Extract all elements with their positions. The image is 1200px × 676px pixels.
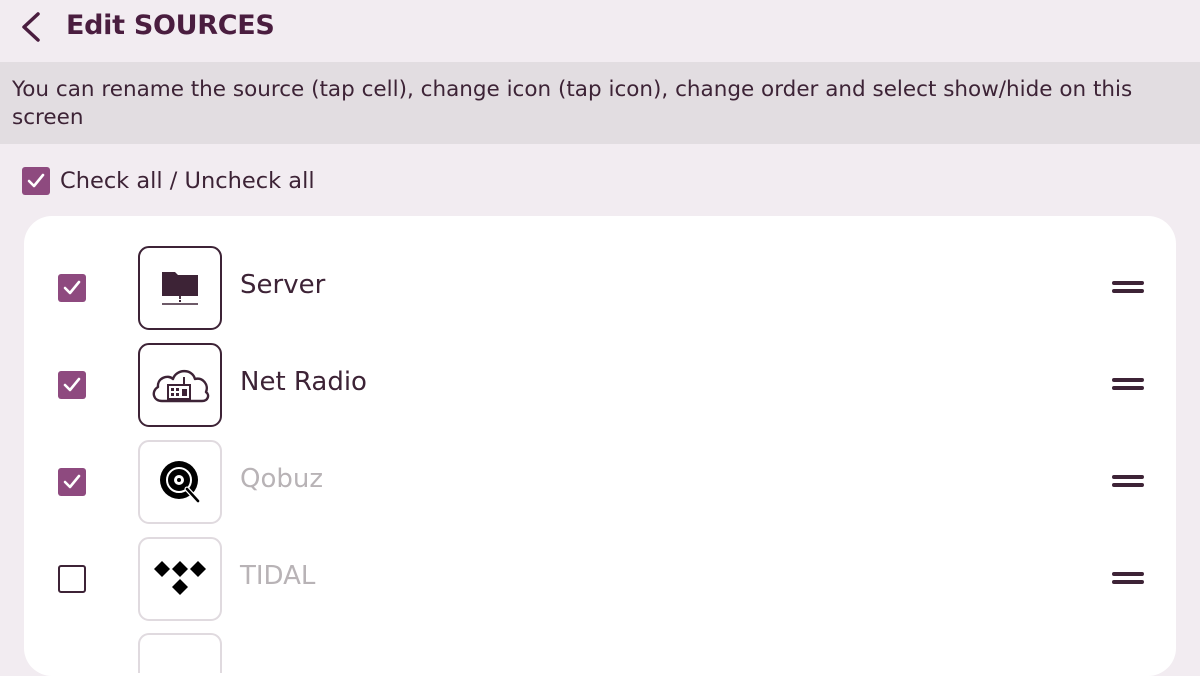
source-icon-button-net-radio[interactable]	[138, 343, 222, 427]
checkmark-icon	[63, 280, 81, 295]
cloud-radio-icon	[152, 369, 210, 403]
checkmark-icon	[63, 474, 81, 489]
header-bar: Edit SOURCES	[0, 0, 1200, 62]
checkmark-icon	[27, 173, 45, 188]
source-icon-button-partial[interactable]	[138, 633, 222, 673]
drag-handle-icon[interactable]	[1112, 279, 1144, 295]
drag-handle-icon[interactable]	[1112, 376, 1144, 392]
list-item: Qobuz	[24, 439, 1176, 525]
info-text: You can rename the source (tap cell), ch…	[12, 77, 1133, 130]
source-label-server[interactable]: Server	[240, 270, 325, 300]
source-label-net-radio[interactable]: Net Radio	[240, 367, 367, 397]
source-label-tidal[interactable]: TIDAL	[240, 561, 315, 591]
page-title: Edit SOURCES	[66, 10, 275, 41]
check-all-label: Check all / Uncheck all	[60, 168, 315, 194]
list-item: TIDAL	[24, 536, 1176, 622]
drag-handle-icon[interactable]	[1112, 473, 1144, 489]
drag-handle-icon[interactable]	[1112, 570, 1144, 586]
checkmark-icon	[63, 377, 81, 392]
source-icon-button-server[interactable]	[138, 246, 222, 330]
check-all-checkbox[interactable]	[22, 167, 50, 195]
sources-list: Server Net Radio Qobuz TIDAL	[24, 216, 1176, 676]
check-all-toggle[interactable]: Check all / Uncheck all	[22, 166, 315, 196]
server-folder-icon	[162, 272, 198, 305]
source-checkbox-tidal[interactable]	[58, 565, 86, 593]
source-checkbox-net-radio[interactable]	[58, 371, 86, 399]
source-checkbox-server[interactable]	[58, 274, 86, 302]
info-banner: You can rename the source (tap cell), ch…	[0, 62, 1200, 144]
source-checkbox-qobuz[interactable]	[58, 468, 86, 496]
list-item: Net Radio	[24, 342, 1176, 428]
chevron-left-icon	[22, 12, 40, 42]
source-label-qobuz[interactable]: Qobuz	[240, 464, 323, 494]
source-icon-button-qobuz[interactable]	[138, 440, 222, 524]
qobuz-logo-icon	[160, 461, 201, 504]
list-item: Server	[24, 245, 1176, 331]
source-icon-button-tidal[interactable]	[138, 537, 222, 621]
back-button[interactable]	[12, 8, 52, 46]
tidal-logo-icon	[154, 561, 206, 595]
